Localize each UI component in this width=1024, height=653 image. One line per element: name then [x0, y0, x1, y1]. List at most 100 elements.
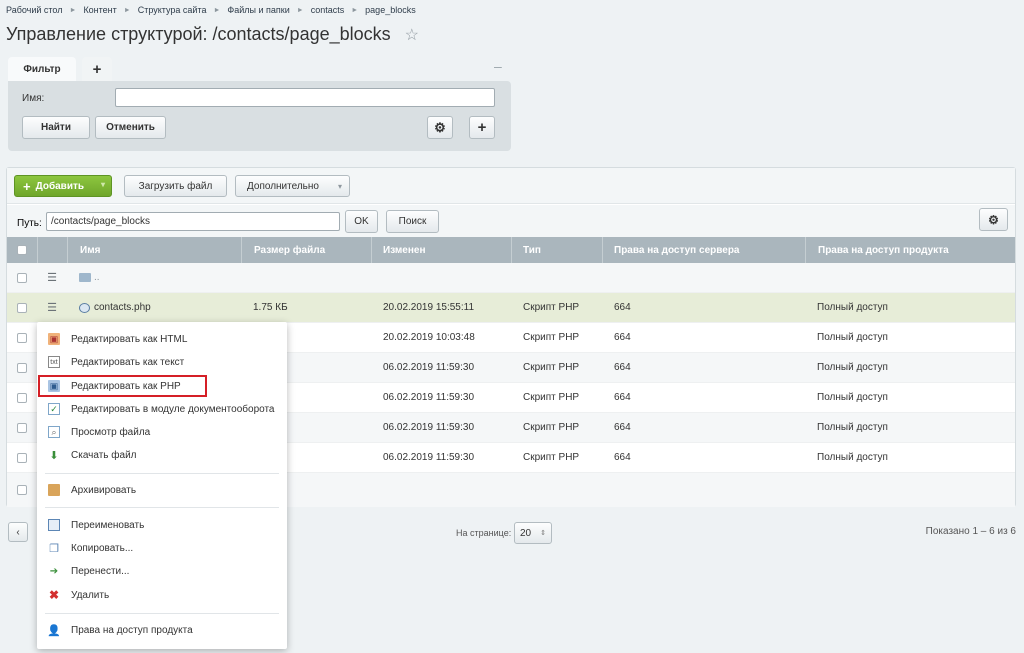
breadcrumb-item-files[interactable]: Файлы и папки	[227, 5, 289, 15]
prev-page-button[interactable]: ‹	[8, 522, 28, 542]
add-filter-tab-button[interactable]: +	[82, 57, 112, 82]
grid-settings-button[interactable]: ⚙	[979, 208, 1008, 231]
tab-filter[interactable]: Фильтр	[8, 57, 76, 82]
star-icon[interactable]: ☆	[405, 25, 419, 45]
more-button[interactable]: Дополнительно ▾	[235, 175, 350, 197]
toolbar: + Добавить ▾ Загрузить файл Дополнительн…	[7, 168, 1015, 204]
filter-panel: Имя: Найти Отменить ⚙ +	[8, 81, 511, 151]
folder-up-icon	[79, 273, 91, 282]
server-access: 664	[614, 452, 631, 463]
context-menu: ▣ Редактировать как HTML txt Редактирова…	[37, 322, 287, 649]
download-icon: ⬇	[49, 449, 59, 462]
select-all-checkbox[interactable]	[7, 237, 37, 263]
plus-icon: +	[477, 119, 487, 136]
settings-button[interactable]: ⚙	[427, 116, 453, 139]
plus-icon: +	[23, 178, 31, 194]
server-access: 664	[614, 332, 631, 343]
file-size: 1.75 КБ	[253, 302, 288, 313]
menu-item-edit-html[interactable]: ▣ Редактировать как HTML	[37, 328, 287, 350]
breadcrumb-item-desktop[interactable]: Рабочий стол	[6, 5, 63, 15]
checkbox[interactable]	[17, 392, 27, 403]
breadcrumb-item-contacts[interactable]: contacts	[311, 5, 345, 15]
file-type: Скрипт PHP	[523, 332, 580, 343]
search-button[interactable]: Поиск	[386, 210, 439, 233]
breadcrumb: Рабочий стол ► Контент ► Структура сайта ► …	[6, 3, 416, 17]
product-access: Полный доступ	[817, 332, 888, 343]
column-header-server-access[interactable]: Права на доступ сервера	[602, 237, 805, 263]
name-label: Имя:	[22, 93, 45, 104]
column-header-name[interactable]: Имя	[67, 237, 241, 263]
per-page-select[interactable]: 20 ⇕	[514, 522, 552, 544]
archive-icon	[48, 484, 60, 496]
add-button[interactable]: + Добавить ▾	[14, 175, 112, 197]
menu-item-delete[interactable]: ✖ Удалить	[37, 584, 287, 606]
table-row[interactable]: ☰ contacts.php 1.75 КБ 20.02.2019 15:55:…	[7, 293, 1015, 323]
checkbox[interactable]	[17, 302, 27, 313]
file-modified: 20.02.2019 10:03:48	[383, 332, 475, 343]
breadcrumb-item-site-structure[interactable]: Структура сайта	[138, 5, 207, 15]
shown-count: Показано 1 – 6 из 6	[925, 526, 1016, 537]
path-input[interactable]: /contacts/page_blocks	[46, 212, 340, 231]
ok-button[interactable]: OK	[345, 210, 378, 233]
parent-folder[interactable]: ..	[79, 263, 239, 292]
hamburger-icon[interactable]: ☰	[37, 263, 67, 292]
menu-item-download[interactable]: ⬇ Скачать файл	[37, 444, 287, 466]
breadcrumb-item-content[interactable]: Контент	[83, 5, 116, 15]
gear-icon: ⚙	[988, 212, 999, 227]
table-row-parent[interactable]: ☰ ..	[7, 263, 1015, 293]
permissions-icon: 👤	[47, 624, 61, 637]
checkbox[interactable]	[17, 485, 27, 495]
file-type: Скрипт PHP	[523, 422, 580, 433]
chevron-right-icon: ►	[69, 6, 77, 14]
menu-separator	[45, 507, 279, 508]
checkbox[interactable]	[17, 245, 27, 255]
chevron-right-icon: ►	[351, 6, 359, 14]
find-button[interactable]: Найти	[22, 116, 90, 139]
menu-separator	[45, 473, 279, 474]
workflow-icon: ✓	[48, 403, 60, 415]
product-access: Полный доступ	[817, 302, 888, 313]
column-header-type[interactable]: Тип	[511, 237, 602, 263]
file-modified: 20.02.2019 15:55:11	[383, 302, 475, 313]
grid-header: Имя Размер файла Изменен Тип Права на до…	[7, 237, 1015, 263]
checkbox[interactable]	[17, 362, 27, 373]
column-header-size[interactable]: Размер файла	[241, 237, 371, 263]
menu-item-archive[interactable]: Архивировать	[37, 479, 287, 501]
menu-item-edit-workflow[interactable]: ✓ Редактировать в модуле документооборот…	[37, 398, 287, 420]
file-type: Скрипт PHP	[523, 452, 580, 463]
file-name-link[interactable]: contacts.php	[79, 293, 239, 322]
column-header-modified[interactable]: Изменен	[371, 237, 511, 263]
edit-text-icon: txt	[48, 356, 60, 368]
checkbox[interactable]	[17, 452, 27, 463]
product-access: Полный доступ	[817, 452, 888, 463]
add-field-button[interactable]: +	[469, 116, 495, 139]
menu-item-permissions[interactable]: 👤 Права на доступ продукта	[37, 619, 287, 641]
upload-file-button[interactable]: Загрузить файл	[124, 175, 227, 197]
per-page-label: На странице:	[456, 528, 512, 538]
checkbox[interactable]	[17, 332, 27, 343]
menu-item-view-file[interactable]: ⌕ Просмотр файла	[37, 421, 287, 443]
rename-icon	[48, 519, 60, 531]
cancel-button[interactable]: Отменить	[95, 116, 166, 139]
product-access: Полный доступ	[817, 392, 888, 403]
column-header-product-access[interactable]: Права на доступ продукта	[805, 237, 1017, 263]
hamburger-icon[interactable]: ☰	[37, 293, 67, 322]
server-access: 664	[614, 392, 631, 403]
menu-item-rename[interactable]: Переименовать	[37, 514, 287, 536]
chevron-down-icon: ▾	[337, 181, 342, 191]
menu-item-edit-text[interactable]: txt Редактировать как текст	[37, 351, 287, 373]
move-icon: ➔	[49, 565, 59, 577]
checkbox[interactable]	[17, 422, 27, 433]
name-input[interactable]	[115, 88, 495, 107]
menu-separator	[45, 613, 279, 614]
minimize-icon[interactable]: –	[494, 58, 502, 74]
menu-item-copy[interactable]: ❐ Копировать...	[37, 537, 287, 559]
chevron-right-icon: ►	[296, 6, 304, 14]
file-modified: 06.02.2019 11:59:30	[383, 452, 475, 463]
checkbox[interactable]	[17, 272, 27, 283]
breadcrumb-item-page-blocks[interactable]: page_blocks	[365, 5, 416, 15]
page-title: Управление структурой: /contacts/page_bl…	[6, 24, 419, 45]
menu-item-move[interactable]: ➔ Перенести...	[37, 560, 287, 582]
product-access: Полный доступ	[817, 362, 888, 373]
path-label: Путь:	[17, 218, 42, 229]
